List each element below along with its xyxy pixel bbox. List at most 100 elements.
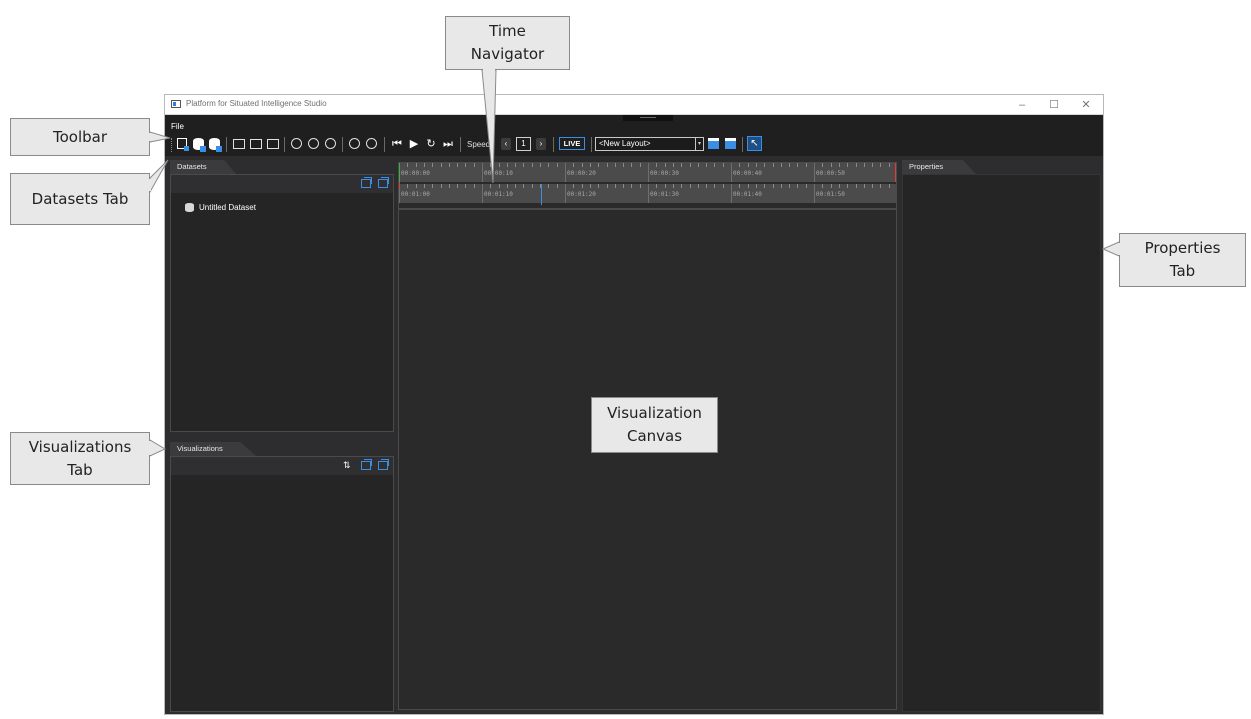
zoom-to-all-icon[interactable] — [267, 139, 279, 149]
save-dataset-icon[interactable] — [209, 138, 222, 152]
ruler-time-label: 00:01:30 — [650, 191, 679, 198]
ruler-time-label: 00:01:20 — [567, 191, 596, 198]
toolbar-grip[interactable] — [171, 138, 173, 152]
open-dataset-icon[interactable] — [193, 138, 206, 152]
time-cursor[interactable] — [541, 184, 542, 205]
tab-properties[interactable]: Properties — [902, 160, 976, 174]
move-to-start-icon[interactable]: ⏮ — [390, 138, 404, 151]
ruler-tick — [573, 184, 574, 188]
set-selection-start-icon[interactable] — [349, 138, 360, 149]
ruler-tick — [706, 184, 707, 188]
ruler-time-label: 00:00:20 — [567, 170, 596, 177]
properties-panel — [902, 174, 1101, 712]
tab-visualizations[interactable]: Visualizations — [170, 442, 256, 456]
ruler-tick — [631, 163, 632, 167]
ruler-tick — [789, 184, 790, 188]
ruler-tick — [474, 163, 475, 167]
set-selection-end-icon[interactable] — [366, 138, 377, 149]
ruler-major-tick — [565, 163, 566, 182]
sort-icon[interactable]: ⇅ — [343, 460, 351, 470]
relative-timing-icon[interactable] — [308, 138, 319, 149]
ruler-tick — [864, 163, 865, 167]
ruler-tick — [797, 163, 798, 167]
callout-text: Navigator — [470, 45, 545, 63]
datasets-panel: Untitled Dataset — [170, 174, 394, 432]
ruler-tick — [432, 184, 433, 188]
timeline-ruler-bottom[interactable]: 00:01:00 00:01:10 00:01:20 00:01:30 00:01:40… — [399, 184, 896, 203]
menu-file[interactable]: File — [171, 122, 184, 131]
ruler-tick — [764, 163, 765, 167]
ruler-tick — [839, 163, 840, 167]
play-icon[interactable]: ▶ — [407, 138, 421, 151]
time-navigator[interactable]: 00:00:00 00:00:10 00:00:20 00:00:30 00:00:40… — [398, 162, 897, 209]
loop-icon[interactable]: ↻ — [424, 138, 438, 151]
chevron-down-icon[interactable]: ▾ — [695, 138, 703, 150]
layout-select[interactable]: <New Layout> ▾ — [595, 137, 704, 151]
ruler-major-tick — [814, 163, 815, 182]
ruler-tick — [515, 163, 516, 167]
ruler-tick — [582, 184, 583, 188]
ruler-tick — [407, 163, 408, 167]
callout-text: Visualizations — [28, 437, 132, 456]
toolbar-separator — [460, 137, 461, 152]
ruler-time-label: 00:01:50 — [816, 191, 845, 198]
tab-datasets[interactable]: Datasets — [170, 160, 236, 174]
toolbar-separator — [342, 137, 343, 152]
ruler-tick — [607, 184, 608, 188]
collapse-all-icon[interactable] — [378, 177, 389, 188]
clear-timing-icon[interactable] — [325, 138, 336, 149]
new-dataset-icon[interactable] — [177, 138, 189, 151]
select-cursor-button[interactable]: ↖ — [747, 136, 762, 151]
expand-all-icon[interactable] — [361, 459, 372, 470]
toolbar-separator — [384, 137, 385, 152]
ruler-tick — [631, 184, 632, 188]
save-layout-as-icon[interactable] — [725, 138, 736, 149]
ruler-tick — [723, 184, 724, 188]
ruler-tick — [880, 184, 881, 188]
move-to-end-icon[interactable]: ⏭ — [441, 138, 455, 151]
ruler-tick — [548, 163, 549, 167]
maximize-button[interactable]: ☐ — [1040, 97, 1068, 113]
speed-value: 1 — [516, 137, 531, 151]
dataset-item[interactable]: Untitled Dataset — [185, 202, 256, 214]
pointer-visualizations-tab — [149, 439, 167, 457]
live-button[interactable]: LIVE — [559, 137, 585, 150]
ruler-tick — [723, 163, 724, 167]
title-bar[interactable]: Platform for Situated Intelligence Studi… — [165, 95, 1103, 115]
ruler-tick — [449, 184, 450, 188]
ruler-tick — [615, 184, 616, 188]
expand-all-icon[interactable] — [361, 177, 372, 188]
ruler-tick — [416, 184, 417, 188]
ruler-tick — [490, 163, 491, 167]
ruler-tick — [781, 163, 782, 167]
ruler-tick — [607, 163, 608, 167]
visualization-canvas[interactable] — [398, 209, 897, 710]
ruler-tick — [656, 163, 657, 167]
drag-handle[interactable] — [623, 115, 673, 121]
minimize-button[interactable]: – — [1008, 97, 1036, 113]
database-icon — [185, 203, 194, 213]
ruler-tick — [872, 184, 873, 188]
close-button[interactable]: ✕ — [1072, 97, 1100, 113]
selection-start-marker[interactable] — [399, 163, 400, 182]
ruler-tick — [690, 184, 691, 188]
timeline-ruler-top[interactable]: 00:00:00 00:00:10 00:00:20 00:00:30 00:00:40… — [399, 163, 896, 182]
absolute-timing-icon[interactable] — [291, 138, 302, 149]
ruler-tick — [665, 184, 666, 188]
speed-increase-button[interactable]: › — [536, 138, 546, 150]
selection-end-marker[interactable] — [895, 163, 896, 182]
range-marker — [399, 182, 400, 188]
ruler-tick — [698, 163, 699, 167]
collapse-all-icon[interactable] — [378, 459, 389, 470]
ruler-time-label: 00:00:00 — [401, 170, 430, 177]
zoom-to-selection-icon[interactable] — [233, 139, 245, 149]
ruler-tick — [590, 184, 591, 188]
speed-decrease-button[interactable]: ‹ — [501, 138, 511, 150]
callout-text: Toolbar — [52, 127, 108, 146]
ruler-tick — [432, 163, 433, 167]
save-layout-icon[interactable] — [708, 138, 719, 149]
ruler-tick — [806, 184, 807, 188]
callout-text: Properties — [1144, 239, 1221, 257]
zoom-to-session-icon[interactable] — [250, 139, 262, 149]
ruler-time-label: 00:00:50 — [816, 170, 845, 177]
